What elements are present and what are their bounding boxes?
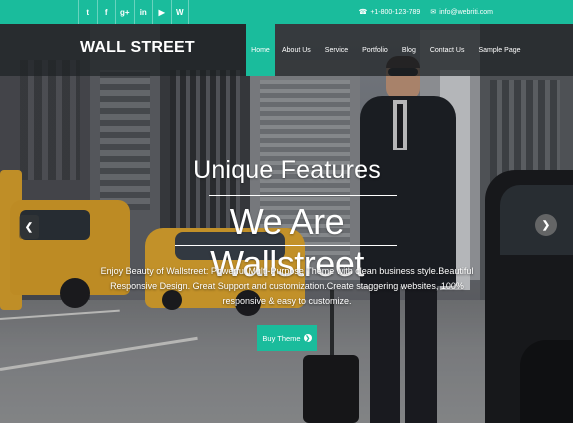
twitter-icon[interactable]: t	[78, 0, 97, 24]
menu-item-service[interactable]: Service	[318, 24, 355, 76]
facebook-icon[interactable]: f	[96, 0, 116, 24]
social-links: t f g+ in ▶ W	[78, 0, 189, 24]
menu-item-about-us[interactable]: About Us	[275, 24, 318, 76]
menu-item-home[interactable]: Home	[246, 24, 275, 76]
buy-theme-label: Buy Theme	[262, 333, 301, 343]
hero-divider-bottom	[175, 245, 397, 246]
linkedin-icon[interactable]: in	[133, 0, 153, 24]
site-logo[interactable]: WALL STREET	[80, 24, 195, 76]
slider-next-arrow-icon[interactable]: ❯	[535, 214, 557, 236]
menu-item-portfolio[interactable]: Portfolio	[355, 24, 395, 76]
menu-item-sample-page[interactable]: Sample Page	[471, 24, 527, 76]
email-icon: ✉	[430, 9, 437, 16]
hero-divider-top	[209, 195, 397, 196]
hero-subtitle: Unique Features	[193, 156, 381, 184]
wordpress-icon[interactable]: W	[170, 0, 189, 24]
google-plus-icon[interactable]: g+	[115, 0, 134, 24]
youtube-icon[interactable]: ▶	[152, 0, 171, 24]
menu-item-contact-us[interactable]: Contact Us	[423, 24, 472, 76]
buy-theme-button[interactable]: Buy Theme ❯	[257, 325, 317, 351]
menu-item-blog[interactable]: Blog	[395, 24, 423, 76]
hero-description: Enjoy Beauty of Wallstreet: Powerful Mul…	[100, 266, 474, 306]
contact-info: ☎ +1-800-123-789 ✉ info@webriti.com	[359, 0, 493, 24]
top-bar: t f g+ in ▶ W ☎ +1-800-123-789 ✉ info@we…	[0, 0, 573, 24]
main-menu: Home About Us Service Portfolio Blog Con…	[246, 24, 528, 76]
phone-number: +1-800-123-789	[370, 8, 421, 16]
phone-icon: ☎	[358, 9, 368, 16]
slider-prev-arrow-icon[interactable]: ❮	[19, 215, 39, 239]
email-link[interactable]: info@webriti.com	[439, 9, 493, 16]
chevron-right-icon: ❯	[303, 334, 312, 342]
